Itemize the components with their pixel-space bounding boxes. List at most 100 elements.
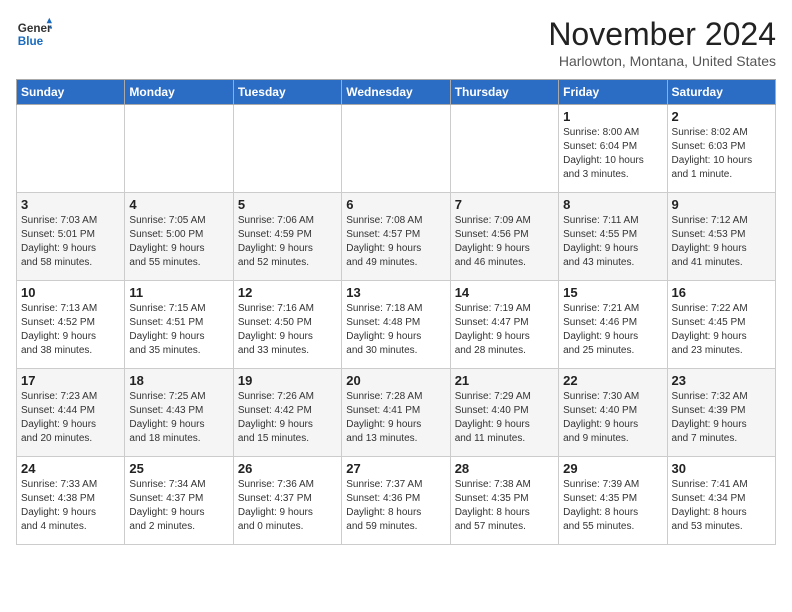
calendar-table: SundayMondayTuesdayWednesdayThursdayFrid… [16,79,776,545]
day-number: 14 [455,285,554,300]
calendar-cell: 11 Sunrise: 7:15 AM Sunset: 4:51 PM Dayli… [125,281,233,369]
calendar-cell: 9Sunrise: 7:12 AM Sunset: 4:53 PM Daylig… [667,193,775,281]
day-info: Sunrise: 7:09 AM Sunset: 4:56 PM Dayligh… [455,214,554,270]
day-number: 10 [21,285,120,300]
calendar-cell: 8 Sunrise: 7:11 AM Sunset: 4:55 PM Daylig… [559,193,667,281]
calendar-cell: 24 Sunrise: 7:33 AM Sunset: 4:38 PM Dayli… [17,457,125,545]
day-number: 23 [672,373,771,388]
day-info: Sunrise: 7:37 AM Sunset: 4:36 PM Dayligh… [346,478,445,534]
calendar-cell: 30 Sunrise: 7:41 AM Sunset: 4:34 PM Dayli… [667,457,775,545]
calendar-cell: 15 Sunrise: 7:21 AM Sunset: 4:46 PM Dayli… [559,281,667,369]
day-number: 7 [455,197,554,212]
day-number: 2 [672,109,771,124]
calendar-cell [233,105,341,193]
logo-icon: General Blue [16,16,52,52]
calendar-week-row: 17 Sunrise: 7:23 AM Sunset: 4:44 PM Dayli… [17,369,776,457]
day-info: Sunrise: 7:32 AM Sunset: 4:39 PM Dayligh… [672,390,771,446]
day-number: 8 [563,197,662,212]
calendar-cell: 13 Sunrise: 7:18 AM Sunset: 4:48 PM Dayli… [342,281,450,369]
calendar-cell: 6Sunrise: 7:08 AM Sunset: 4:57 PM Daylig… [342,193,450,281]
calendar-cell: 19 Sunrise: 7:26 AM Sunset: 4:42 PM Dayli… [233,369,341,457]
svg-text:General: General [18,22,52,35]
day-number: 28 [455,461,554,476]
page-header: General Blue November 2024 Harlowton, Mo… [16,16,776,69]
day-info: Sunrise: 7:28 AM Sunset: 4:41 PM Dayligh… [346,390,445,446]
day-info: Sunrise: 7:08 AM Sunset: 4:57 PM Dayligh… [346,214,445,270]
calendar-cell: 28 Sunrise: 7:38 AM Sunset: 4:35 PM Dayli… [450,457,558,545]
day-number: 3 [21,197,120,212]
day-number: 29 [563,461,662,476]
day-number: 13 [346,285,445,300]
svg-text:Blue: Blue [18,35,44,48]
calendar-week-row: 3 Sunrise: 7:03 AM Sunset: 5:01 PM Daylig… [17,193,776,281]
calendar-cell: 3 Sunrise: 7:03 AM Sunset: 5:01 PM Daylig… [17,193,125,281]
calendar-cell: 16 Sunrise: 7:22 AM Sunset: 4:45 PM Dayli… [667,281,775,369]
weekday-header: Tuesday [233,80,341,105]
day-number: 17 [21,373,120,388]
calendar-cell: 21 Sunrise: 7:29 AM Sunset: 4:40 PM Dayli… [450,369,558,457]
day-info: Sunrise: 7:26 AM Sunset: 4:42 PM Dayligh… [238,390,337,446]
weekday-header: Friday [559,80,667,105]
day-number: 16 [672,285,771,300]
day-info: Sunrise: 7:34 AM Sunset: 4:37 PM Dayligh… [129,478,228,534]
day-info: Sunrise: 7:06 AM Sunset: 4:59 PM Dayligh… [238,214,337,270]
day-info: Sunrise: 7:19 AM Sunset: 4:47 PM Dayligh… [455,302,554,358]
calendar-cell: 5 Sunrise: 7:06 AM Sunset: 4:59 PM Daylig… [233,193,341,281]
calendar-cell: 23 Sunrise: 7:32 AM Sunset: 4:39 PM Dayli… [667,369,775,457]
day-info: Sunrise: 7:03 AM Sunset: 5:01 PM Dayligh… [21,214,120,270]
day-info: Sunrise: 7:23 AM Sunset: 4:44 PM Dayligh… [21,390,120,446]
calendar-cell [450,105,558,193]
day-number: 1 [563,109,662,124]
calendar-week-row: 10 Sunrise: 7:13 AM Sunset: 4:52 PM Dayli… [17,281,776,369]
calendar-cell: 20 Sunrise: 7:28 AM Sunset: 4:41 PM Dayli… [342,369,450,457]
calendar-body: 1Sunrise: 8:00 AM Sunset: 6:04 PM Daylig… [17,105,776,545]
day-info: Sunrise: 7:12 AM Sunset: 4:53 PM Dayligh… [672,214,771,270]
month-title: November 2024 [548,16,776,53]
day-number: 20 [346,373,445,388]
day-info: Sunrise: 7:18 AM Sunset: 4:48 PM Dayligh… [346,302,445,358]
calendar-cell: 22 Sunrise: 7:30 AM Sunset: 4:40 PM Dayli… [559,369,667,457]
calendar-cell [342,105,450,193]
day-number: 11 [129,285,228,300]
calendar-cell: 14 Sunrise: 7:19 AM Sunset: 4:47 PM Dayli… [450,281,558,369]
day-info: Sunrise: 7:21 AM Sunset: 4:46 PM Dayligh… [563,302,662,358]
day-info: Sunrise: 7:29 AM Sunset: 4:40 PM Dayligh… [455,390,554,446]
day-info: Sunrise: 7:33 AM Sunset: 4:38 PM Dayligh… [21,478,120,534]
weekday-header: Wednesday [342,80,450,105]
day-info: Sunrise: 7:30 AM Sunset: 4:40 PM Dayligh… [563,390,662,446]
day-info: Sunrise: 7:36 AM Sunset: 4:37 PM Dayligh… [238,478,337,534]
calendar-cell: 17 Sunrise: 7:23 AM Sunset: 4:44 PM Dayli… [17,369,125,457]
calendar-cell: 2Sunrise: 8:02 AM Sunset: 6:03 PM Daylig… [667,105,775,193]
day-info: Sunrise: 7:13 AM Sunset: 4:52 PM Dayligh… [21,302,120,358]
calendar-cell: 12 Sunrise: 7:16 AM Sunset: 4:50 PM Dayli… [233,281,341,369]
calendar-cell: 18Sunrise: 7:25 AM Sunset: 4:43 PM Dayli… [125,369,233,457]
calendar-cell: 25Sunrise: 7:34 AM Sunset: 4:37 PM Dayli… [125,457,233,545]
day-number: 27 [346,461,445,476]
day-info: Sunrise: 7:41 AM Sunset: 4:34 PM Dayligh… [672,478,771,534]
day-number: 22 [563,373,662,388]
calendar-cell: 26Sunrise: 7:36 AM Sunset: 4:37 PM Dayli… [233,457,341,545]
day-info: Sunrise: 7:22 AM Sunset: 4:45 PM Dayligh… [672,302,771,358]
calendar-header-row: SundayMondayTuesdayWednesdayThursdayFrid… [17,80,776,105]
day-number: 19 [238,373,337,388]
calendar-week-row: 1Sunrise: 8:00 AM Sunset: 6:04 PM Daylig… [17,105,776,193]
day-info: Sunrise: 7:11 AM Sunset: 4:55 PM Dayligh… [563,214,662,270]
calendar-cell: 4 Sunrise: 7:05 AM Sunset: 5:00 PM Daylig… [125,193,233,281]
day-number: 21 [455,373,554,388]
calendar-cell: 1Sunrise: 8:00 AM Sunset: 6:04 PM Daylig… [559,105,667,193]
day-info: Sunrise: 7:05 AM Sunset: 5:00 PM Dayligh… [129,214,228,270]
day-info: Sunrise: 7:15 AM Sunset: 4:51 PM Dayligh… [129,302,228,358]
day-number: 15 [563,285,662,300]
weekday-header: Monday [125,80,233,105]
day-number: 24 [21,461,120,476]
day-number: 5 [238,197,337,212]
location: Harlowton, Montana, United States [548,53,776,69]
day-info: Sunrise: 7:38 AM Sunset: 4:35 PM Dayligh… [455,478,554,534]
day-number: 4 [129,197,228,212]
day-number: 12 [238,285,337,300]
calendar-cell: 7 Sunrise: 7:09 AM Sunset: 4:56 PM Daylig… [450,193,558,281]
day-info: Sunrise: 7:16 AM Sunset: 4:50 PM Dayligh… [238,302,337,358]
calendar-cell: 27 Sunrise: 7:37 AM Sunset: 4:36 PM Dayli… [342,457,450,545]
day-number: 30 [672,461,771,476]
calendar-cell [125,105,233,193]
